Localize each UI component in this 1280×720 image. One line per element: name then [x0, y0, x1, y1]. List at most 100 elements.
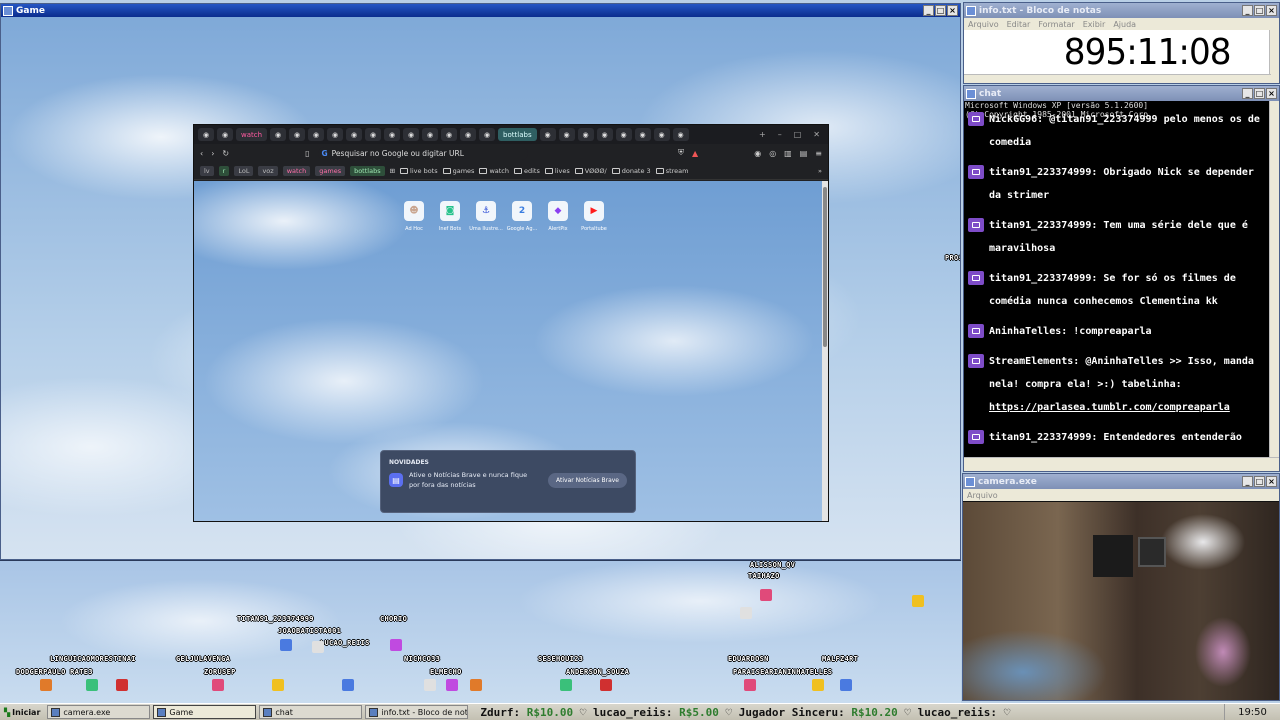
top-site-tile[interactable]: ⚓ Uma Ilustre...: [469, 201, 503, 232]
chat-vscroll[interactable]: [1269, 101, 1279, 457]
close-button[interactable]: ×: [1266, 476, 1277, 487]
bookmark-chip[interactable]: watch: [282, 165, 311, 176]
minimize-button[interactable]: _: [923, 5, 934, 16]
minimize-button[interactable]: _: [1242, 476, 1253, 487]
bookmark-folder[interactable]: VØØØ/: [574, 167, 607, 175]
notepad-text-area[interactable]: 895:11:08: [964, 30, 1269, 75]
browser-tab[interactable]: ◉: [289, 128, 306, 141]
page-scrollbar[interactable]: [822, 181, 828, 521]
browser-tab[interactable]: ◉: [653, 128, 670, 141]
close-icon[interactable]: ✕: [813, 130, 820, 139]
minimize-icon[interactable]: –: [778, 130, 782, 139]
browser-tab[interactable]: ◉: [384, 128, 401, 141]
enable-news-button[interactable]: Ativar Notícias Brave: [548, 472, 627, 488]
shield-icon[interactable]: ⛨: [678, 148, 684, 158]
bookmark-folder[interactable]: lives: [544, 167, 570, 175]
new-tab-icon[interactable]: +: [759, 130, 766, 139]
bookmark-chip[interactable]: voz: [258, 165, 278, 176]
browser-tab[interactable]: ◉: [422, 128, 439, 141]
browser-tab[interactable]: ◉: [441, 128, 458, 141]
browser-tab[interactable]: bottlabs: [498, 128, 537, 141]
browser-tab[interactable]: ◉: [596, 128, 613, 141]
notepad-menu-item[interactable]: Editar: [1007, 20, 1031, 29]
minimize-button[interactable]: _: [1242, 5, 1253, 16]
browser-tab[interactable]: ◉: [217, 128, 233, 141]
bookmark-chip[interactable]: lv: [200, 165, 214, 176]
chat-window[interactable]: chat _ □ × Microsoft Windows XP [versão …: [963, 85, 1280, 472]
top-site-tile[interactable]: ◆ AlertPix: [546, 201, 570, 232]
browser-tab[interactable]: ◉: [198, 128, 214, 141]
notepad-menu-item[interactable]: Exibir: [1083, 20, 1106, 29]
maximize-button[interactable]: □: [1254, 5, 1265, 16]
top-site-tile[interactable]: ☻ Ad Hoc: [402, 201, 426, 232]
notepad-hscroll[interactable]: [964, 74, 1271, 83]
bookmark-chip[interactable]: games: [315, 165, 346, 176]
browser-tab[interactable]: ◉: [539, 128, 556, 141]
address-bar[interactable]: G Pesquisar no Google ou digitar URL: [317, 146, 528, 160]
bookmark-folder[interactable]: stream: [655, 167, 688, 175]
browser-tab[interactable]: ◉: [672, 128, 689, 141]
maximize-button[interactable]: □: [935, 5, 946, 16]
maximize-icon[interactable]: □: [794, 130, 802, 139]
browser-tab[interactable]: ◉: [558, 128, 575, 141]
taskbar-item[interactable]: Game: [153, 705, 257, 719]
browser-tab[interactable]: ◉: [479, 128, 496, 141]
more-bookmarks-icon[interactable]: »: [818, 167, 822, 175]
chat-hscroll[interactable]: [964, 457, 1279, 471]
extension-icon[interactable]: ◎: [769, 149, 776, 158]
bookmark-chip[interactable]: r: [218, 165, 230, 176]
browser-tab[interactable]: ◉: [308, 128, 325, 141]
wallet-icon[interactable]: ▤: [800, 149, 808, 158]
back-icon[interactable]: ‹: [200, 149, 203, 158]
bookmark-folder[interactable]: edits: [513, 167, 540, 175]
notepad-window[interactable]: info.txt - Bloco de notas _ □ × Arquivo E…: [963, 2, 1280, 84]
notepad-menu-item[interactable]: Arquivo: [968, 20, 999, 29]
browser-tab[interactable]: ◉: [270, 128, 287, 141]
close-button[interactable]: ×: [1266, 88, 1277, 99]
browser-tab[interactable]: ◉: [577, 128, 594, 141]
bookmark-folder[interactable]: live bots: [400, 167, 438, 175]
close-button[interactable]: ×: [1266, 5, 1277, 16]
notepad-menu-item[interactable]: Ajuda: [1113, 20, 1136, 29]
maximize-button[interactable]: □: [1254, 88, 1265, 99]
top-site-tile[interactable]: ▶ Portaltube: [581, 201, 607, 232]
bookmark-icon[interactable]: ▯: [305, 149, 309, 158]
taskbar-item[interactable]: camera.exe: [47, 705, 151, 719]
chat-link[interactable]: https://parlasea.tumblr.com/compreaparla: [989, 396, 1254, 419]
browser-tab[interactable]: watch: [236, 128, 268, 141]
close-button[interactable]: ×: [947, 5, 958, 16]
notepad-menu-item[interactable]: Formatar: [1038, 20, 1074, 29]
camera-window[interactable]: camera.exe _ □ × Arquivo: [962, 473, 1280, 701]
browser-tab[interactable]: ◉: [460, 128, 477, 141]
notepad-titlebar[interactable]: info.txt - Bloco de notas _ □ ×: [964, 3, 1279, 18]
browser-tab[interactable]: ◉: [346, 128, 363, 141]
sidebar-icon[interactable]: ▥: [784, 149, 792, 158]
browser-tab[interactable]: ◉: [403, 128, 420, 141]
bookmark-chip[interactable]: LoL: [234, 165, 254, 176]
bookmark-folder[interactable]: watch: [479, 167, 509, 175]
chat-titlebar[interactable]: chat _ □ ×: [964, 86, 1279, 101]
apps-grid-icon[interactable]: ⊞: [390, 167, 395, 175]
bookmark-chip[interactable]: bottlabs: [350, 165, 385, 176]
forward-icon[interactable]: ›: [211, 149, 214, 158]
game-titlebar[interactable]: Game _ □ ×: [1, 4, 960, 17]
extension-icon[interactable]: ◉: [754, 149, 761, 158]
bookmark-folder[interactable]: donate 3: [611, 167, 651, 175]
minimize-button[interactable]: _: [1242, 88, 1253, 99]
bookmark-folder[interactable]: games: [442, 167, 474, 175]
reload-icon[interactable]: ↻: [222, 149, 229, 158]
game-window[interactable]: Game _ □ × ◉ ◉ watch ◉ ◉ ◉ ◉ ◉ ◉ ◉ ◉ ◉ ◉ ◉ ◉ bottlabs ◉ ◉…: [0, 3, 961, 560]
browser-tab[interactable]: ◉: [365, 128, 382, 141]
camera-menu-file[interactable]: Arquivo: [967, 491, 998, 500]
browser-tab[interactable]: ◉: [615, 128, 632, 141]
camera-titlebar[interactable]: camera.exe _ □ ×: [963, 474, 1279, 489]
top-site-tile[interactable]: 2 Google Ag...: [507, 201, 537, 232]
maximize-button[interactable]: □: [1254, 476, 1265, 487]
browser-tab[interactable]: ◉: [327, 128, 344, 141]
browser-window[interactable]: ◉ ◉ watch ◉ ◉ ◉ ◉ ◉ ◉ ◉ ◉ ◉ ◉ ◉ ◉ bottlabs ◉ ◉ ◉ ◉ ◉ ◉ ◉ ◉ + – …: [193, 124, 829, 522]
top-site-tile[interactable]: ◙ Inef Bots: [438, 201, 462, 232]
menu-icon[interactable]: ≡: [815, 149, 822, 158]
browser-tab[interactable]: ◉: [634, 128, 651, 141]
start-button[interactable]: ▚ Iniciar: [0, 705, 44, 720]
taskbar-item[interactable]: info.txt - Bloco de notas: [365, 705, 469, 719]
